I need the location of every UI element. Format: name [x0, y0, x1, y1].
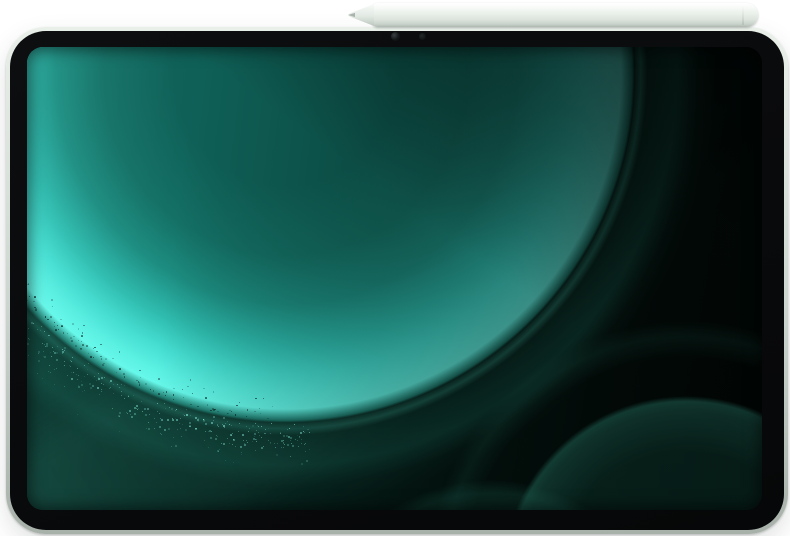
stylus-cap-seam — [742, 5, 744, 25]
stylus-body — [372, 3, 758, 27]
screen-vignette — [27, 47, 762, 510]
tablet-frame — [6, 27, 788, 534]
front-camera-icon — [391, 32, 400, 41]
stylus — [348, 3, 758, 27]
product-photo — [0, 0, 790, 536]
tablet-bezel — [10, 31, 784, 530]
tablet-screen — [27, 47, 762, 510]
light-sensor-icon — [419, 33, 426, 40]
